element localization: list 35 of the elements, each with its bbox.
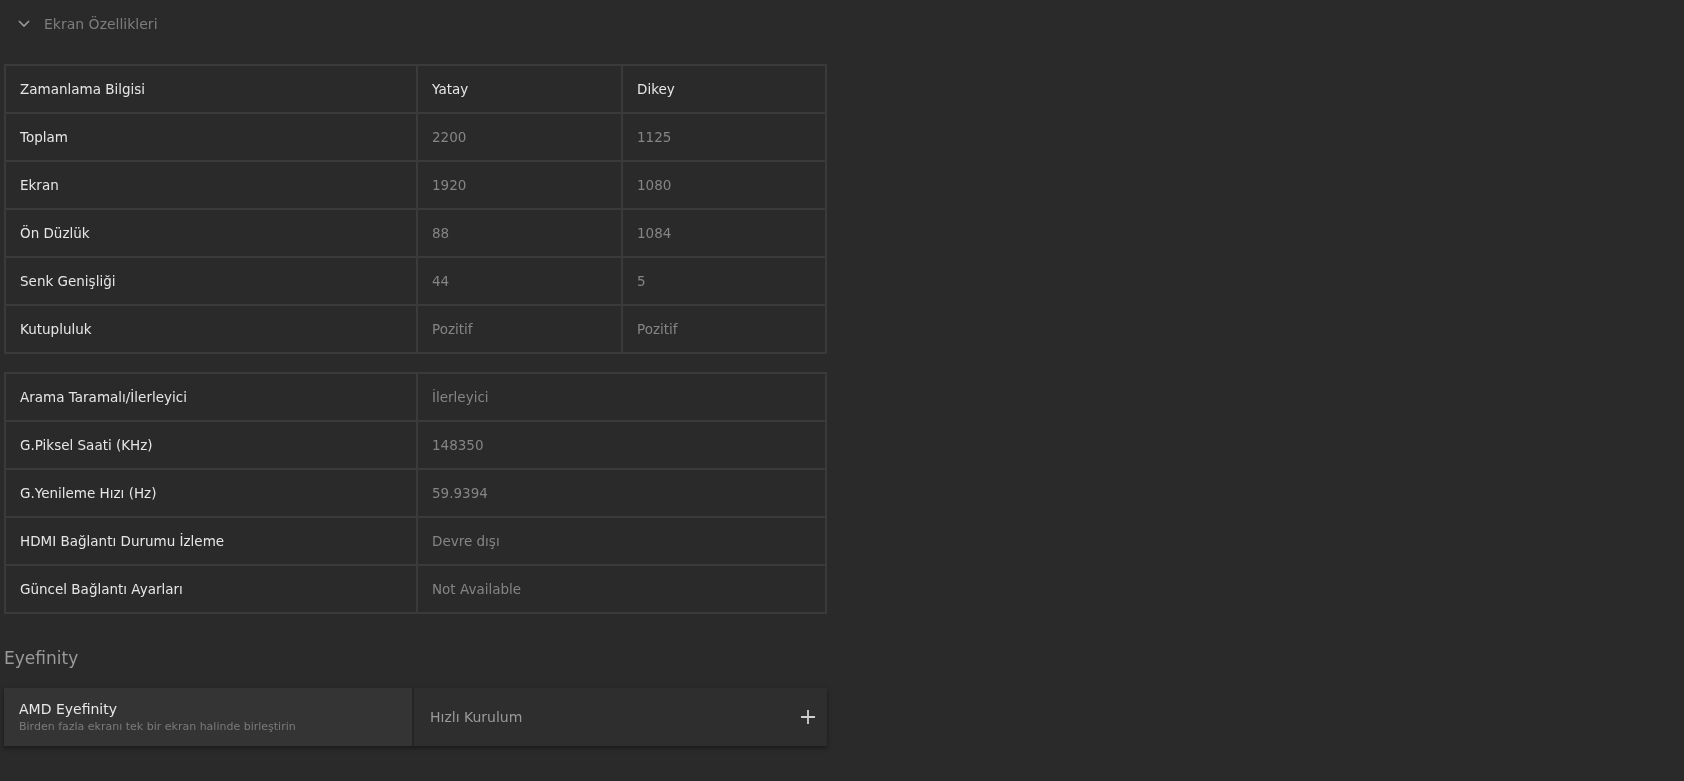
table-cell: 1080 — [621, 162, 825, 208]
table-cell: 59.9394 — [416, 470, 825, 516]
column-header: Zamanlama Bilgisi — [19, 80, 147, 99]
table-cell: 148350 — [416, 422, 825, 468]
table-cell-text: Senk Genişliği — [19, 272, 117, 291]
table-cell: 44 — [416, 258, 621, 304]
table-cell-text: Ön Düzlük — [19, 224, 91, 243]
section-title: Ekran Özellikleri — [44, 16, 158, 32]
table-cell-text: HDMI Bağlantı Durumu İzleme — [19, 532, 226, 551]
table-cell: Devre dışı — [416, 518, 825, 564]
feature-title: AMD Eyefinity — [19, 701, 118, 717]
table-cell-text: Ekran — [19, 176, 60, 195]
plus-icon — [801, 710, 815, 724]
table-cell: 1920 — [416, 162, 621, 208]
chevron-down-icon[interactable] — [18, 20, 30, 28]
table-cell: 5 — [621, 258, 825, 304]
feature-description: Birden fazla ekranı tek bir ekran halinde birleştirin — [19, 720, 297, 733]
table-cell: Pozitif — [621, 306, 825, 352]
table-cell: İlerleyici — [416, 374, 825, 420]
table-cell: 1084 — [621, 210, 825, 256]
column-header: Dikey — [621, 66, 825, 112]
table-cell: Pozitif — [416, 306, 621, 352]
table-cell: 1125 — [621, 114, 825, 160]
table-cell: 2200 — [416, 114, 621, 160]
section-heading: Eyefinity — [4, 648, 80, 668]
table-cell: Not Available — [416, 566, 825, 612]
table-cell: 88 — [416, 210, 621, 256]
table-cell-text: Güncel Bağlantı Ayarları — [19, 580, 184, 599]
table-cell-text: G.Piksel Saati (KHz) — [19, 436, 154, 455]
table-cell-text: Arama Taramalı/İlerleyici — [19, 388, 188, 407]
table-cell-text: Toplam — [19, 128, 69, 147]
column-header: Yatay — [416, 66, 621, 112]
table-cell-text: Kutupluluk — [19, 320, 93, 339]
table-cell-text: G.Yenileme Hızı (Hz) — [19, 484, 158, 503]
quick-setup-button[interactable]: Hızlı Kurulum — [414, 688, 827, 746]
